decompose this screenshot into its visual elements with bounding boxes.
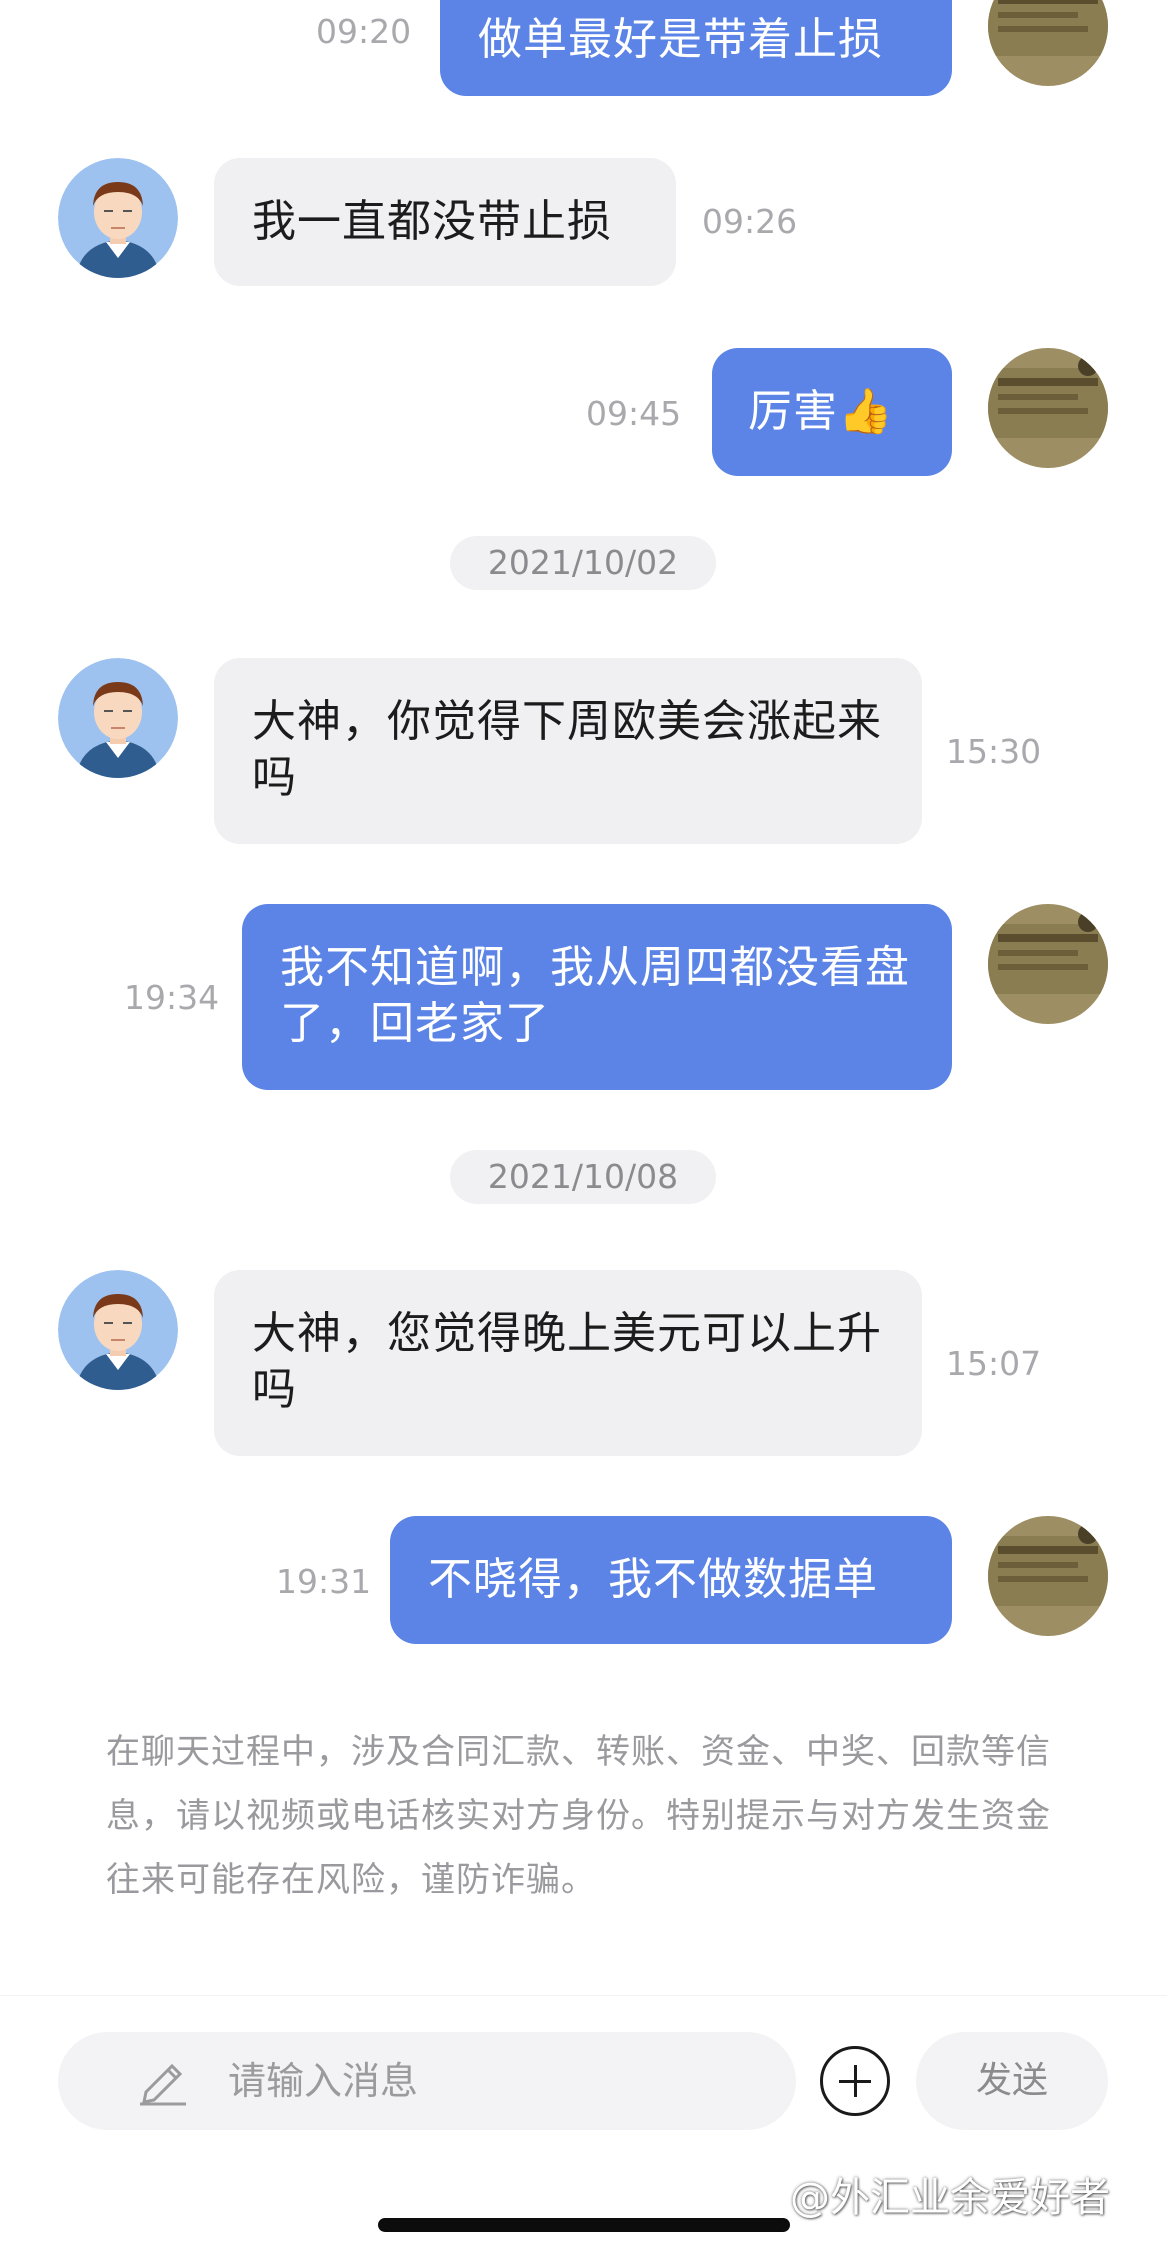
user-avatar-icon xyxy=(58,158,178,278)
date-separator: 2021/10/08 xyxy=(450,1150,716,1204)
date-separator: 2021/10/02 xyxy=(450,536,716,590)
watermark: @外汇业余爱好者 xyxy=(790,2175,1110,2221)
message-time: 09:20 xyxy=(316,12,412,51)
message-bubble[interactable]: 做单最好是带着止损 xyxy=(440,0,952,96)
message-time: 19:34 xyxy=(124,978,220,1017)
message-time: 15:07 xyxy=(946,1344,1042,1383)
message-time: 09:45 xyxy=(586,394,682,433)
message-time: 15:30 xyxy=(946,732,1042,771)
input-placeholder: 请输入消息 xyxy=(228,2059,419,2103)
pencil-icon xyxy=(140,2063,186,2106)
self-avatar[interactable] xyxy=(988,1516,1108,1636)
self-avatar[interactable] xyxy=(988,904,1108,1024)
contact-avatar[interactable] xyxy=(58,658,178,778)
message-input[interactable]: 请输入消息 xyxy=(58,2032,796,2130)
self-avatar[interactable] xyxy=(988,348,1108,468)
message-bubble[interactable]: 大神，您觉得晚上美元可以上升吗 xyxy=(214,1270,922,1456)
message-time: 09:26 xyxy=(702,202,798,241)
book-cover-avatar-icon xyxy=(988,348,1108,468)
safety-warning: 在聊天过程中，涉及合同汇款、转账、资金、中奖、回款等信息，请以视频或电话核实对方… xyxy=(106,1732,1051,1900)
message-bubble[interactable]: 大神，你觉得下周欧美会涨起来吗 xyxy=(214,658,922,844)
contact-avatar[interactable] xyxy=(58,1270,178,1390)
book-cover-avatar-icon xyxy=(988,0,1108,86)
user-avatar-icon xyxy=(58,1270,178,1390)
book-cover-avatar-icon xyxy=(988,904,1108,1024)
message-bubble[interactable]: 我一直都没带止损 xyxy=(214,158,676,286)
self-avatar[interactable] xyxy=(988,0,1108,86)
send-button[interactable]: 发送 xyxy=(916,2032,1108,2130)
message-bubble[interactable]: 厉害👍 xyxy=(712,348,952,476)
message-time: 19:31 xyxy=(276,1562,372,1601)
book-cover-avatar-icon xyxy=(988,1516,1108,1636)
contact-avatar[interactable] xyxy=(58,158,178,278)
add-attachment-icon[interactable] xyxy=(820,2046,890,2116)
message-bubble[interactable]: 不晓得，我不做数据单 xyxy=(390,1516,952,1644)
home-indicator[interactable] xyxy=(378,2218,790,2232)
user-avatar-icon xyxy=(58,658,178,778)
message-bubble[interactable]: 我不知道啊，我从周四都没看盘了，回老家了 xyxy=(242,904,952,1090)
